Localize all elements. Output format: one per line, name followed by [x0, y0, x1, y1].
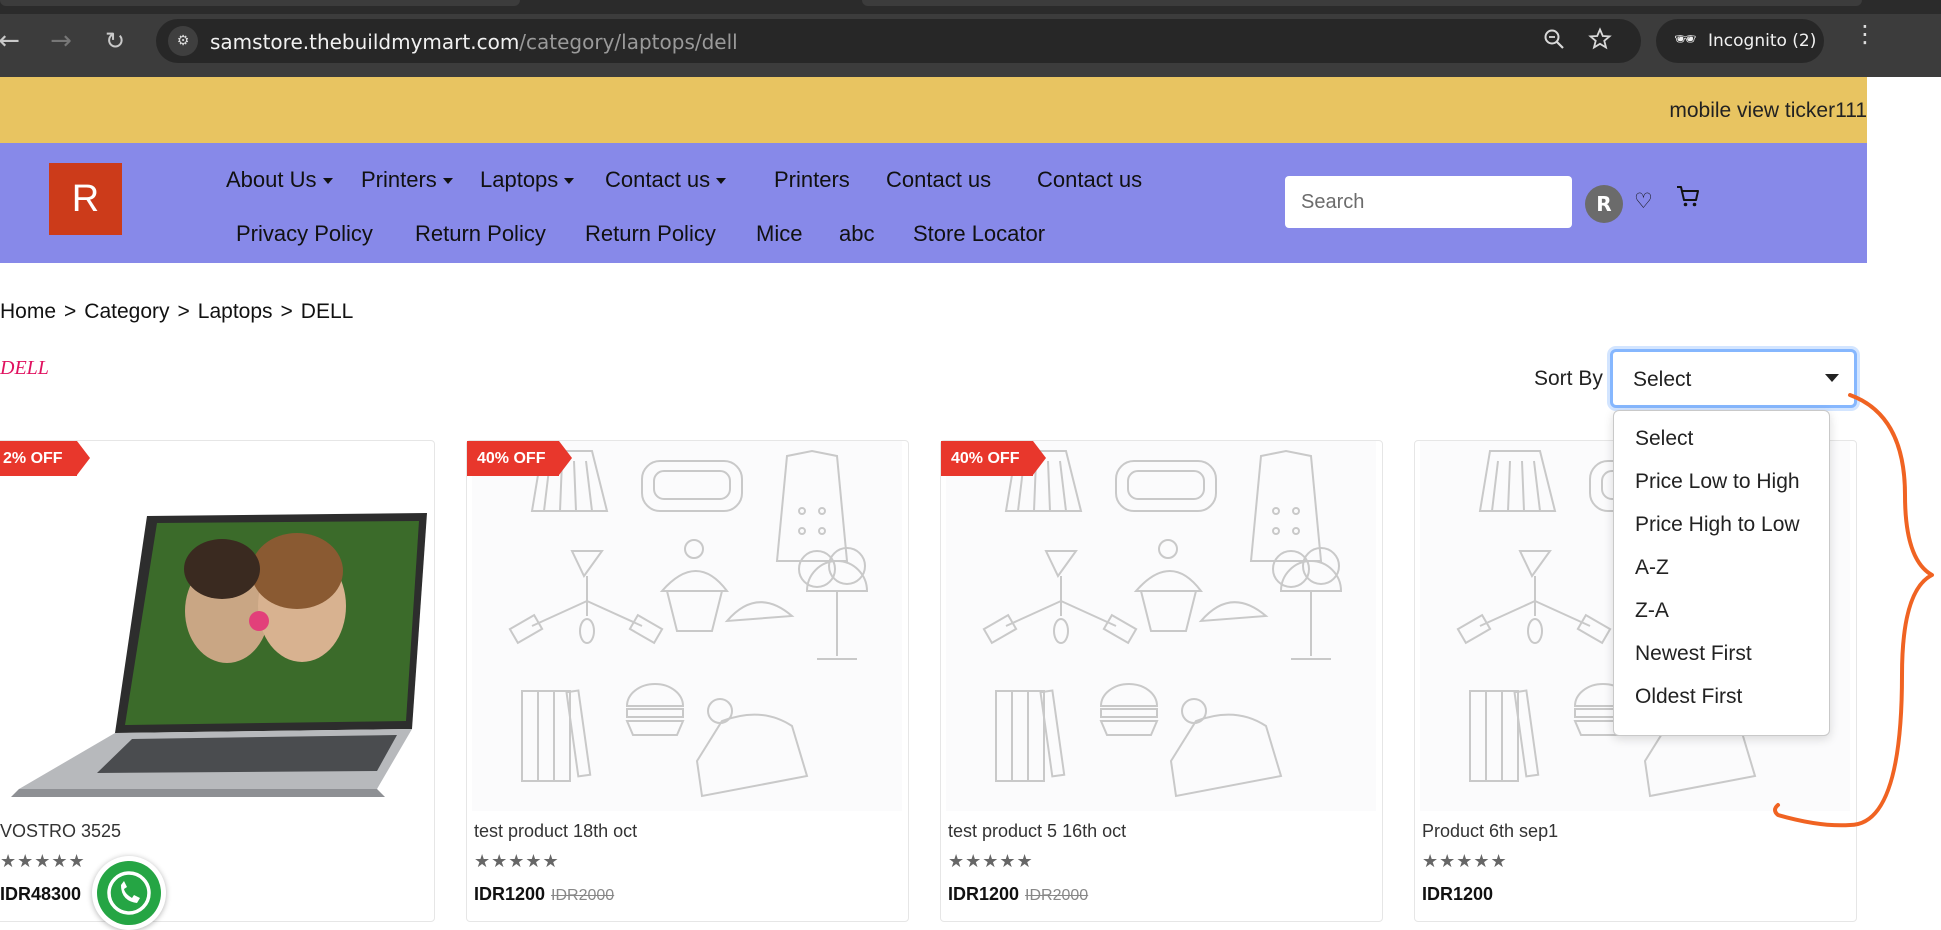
- nav-item-contact-us[interactable]: Contact us: [1037, 167, 1142, 193]
- whatsapp-icon-inner: [97, 861, 161, 925]
- placeholder-illustration: [982, 449, 1343, 798]
- rating-stars: ★★★★★: [0, 851, 86, 872]
- nav-label: About Us: [226, 167, 317, 192]
- original-price: IDR2000: [551, 887, 615, 904]
- tab-strip: [0, 0, 1941, 14]
- original-price: IDR2000: [1025, 887, 1089, 904]
- breadcrumb-category[interactable]: Category: [84, 300, 169, 323]
- incognito-indicator[interactable]: 🕶 Incognito (2): [1656, 19, 1824, 63]
- sort-selected-value: Select: [1633, 368, 1692, 391]
- nav-item-printers[interactable]: Printers: [774, 167, 850, 193]
- product-card[interactable]: 2% OFF VOSTRO 3525 ★★★★★ IDR48300: [0, 440, 435, 922]
- breadcrumb: Home > Category > Laptops > DELL: [0, 300, 353, 324]
- whatsapp-icon[interactable]: [92, 856, 166, 930]
- breadcrumb-separator: >: [64, 300, 77, 323]
- site-info-icon[interactable]: ⚙: [168, 26, 198, 56]
- star-icon[interactable]: [1588, 27, 1612, 51]
- nav-item-contact-us[interactable]: Contact us: [886, 167, 991, 193]
- placeholder-illustration: [508, 449, 869, 798]
- sort-label: Sort By: [1534, 367, 1603, 390]
- chevron-down-icon: [716, 178, 727, 185]
- chevron-down-icon: [442, 178, 453, 185]
- nav-label: Printers: [361, 167, 437, 192]
- forward-arrow-icon[interactable]: →: [44, 24, 78, 58]
- breadcrumb-home[interactable]: Home: [0, 300, 56, 323]
- address-bar[interactable]: ⚙ samstore.thebuildmymart.com/category/l…: [156, 19, 1641, 63]
- phone-icon: [107, 871, 151, 915]
- category-title: DELL: [0, 357, 49, 379]
- product-card[interactable]: 40% OFF test product 18th oct ★★★★★ IDR1…: [466, 440, 909, 922]
- laptop-image: [11, 513, 427, 797]
- breadcrumb-separator: >: [280, 300, 293, 323]
- back-arrow-icon[interactable]: ←: [0, 24, 26, 58]
- nav-item-contact-us-menu[interactable]: Contact us: [605, 167, 727, 193]
- kebab-menu-icon[interactable]: ⋮: [1853, 20, 1877, 48]
- cart-icon[interactable]: [1675, 183, 1701, 209]
- sort-option-select[interactable]: Select: [1635, 427, 1693, 451]
- incognito-icon: 🕶: [1674, 29, 1697, 50]
- placeholder-image: [472, 441, 902, 811]
- site-logo[interactable]: R: [49, 163, 122, 235]
- ticker-text: mobile view ticker111: [1669, 99, 1867, 122]
- nav-item-store-locator[interactable]: Store Locator: [913, 221, 1045, 247]
- sort-option-newest[interactable]: Newest First: [1635, 642, 1752, 666]
- sort-option-oldest[interactable]: Oldest First: [1635, 685, 1742, 709]
- browser-tab[interactable]: [862, 0, 1862, 6]
- product-name[interactable]: test product 18th oct: [474, 821, 637, 842]
- breadcrumb-laptops[interactable]: Laptops: [198, 300, 273, 323]
- sort-option-a-z[interactable]: A-Z: [1635, 556, 1669, 580]
- rating-stars: ★★★★★: [948, 851, 1034, 872]
- discount-badge: 40% OFF: [467, 441, 574, 476]
- nav-item-privacy-policy[interactable]: Privacy Policy: [236, 221, 373, 247]
- url-host: samstore.thebuildmymart.com: [210, 30, 520, 54]
- reload-icon[interactable]: ↻: [98, 24, 132, 58]
- ticker-bar: mobile view ticker111: [0, 77, 1867, 143]
- browser-chrome: ← → ↻ ⚙ samstore.thebuildmymart.com/cate…: [0, 0, 1941, 77]
- nav-item-abc[interactable]: abc: [839, 221, 874, 247]
- nav-item-laptops-menu[interactable]: Laptops: [480, 167, 575, 193]
- rating-stars: ★★★★★: [1422, 851, 1508, 872]
- product-price: IDR1200 IDR2000: [948, 884, 1088, 905]
- nav-item-about-us[interactable]: About Us: [226, 167, 333, 193]
- product-price: IDR48300: [0, 884, 82, 904]
- current-price: IDR1200: [474, 884, 546, 904]
- url-path: /category/laptops/dell: [519, 30, 738, 54]
- product-name[interactable]: test product 5 16th oct: [948, 821, 1126, 842]
- search-input[interactable]: [1285, 176, 1572, 228]
- product-card[interactable]: 40% OFF test product 5 16th oct ★★★★★ ID…: [940, 440, 1383, 922]
- breadcrumb-current: DELL: [300, 300, 354, 323]
- nav-item-return-policy[interactable]: Return Policy: [415, 221, 546, 247]
- url-text[interactable]: samstore.thebuildmymart.com/category/lap…: [210, 30, 738, 54]
- discount-badge: 40% OFF: [941, 441, 1048, 476]
- zoom-icon[interactable]: [1542, 27, 1566, 51]
- heart-icon[interactable]: ♡: [1634, 189, 1653, 213]
- product-price: IDR1200 IDR2000: [474, 884, 614, 905]
- chevron-down-icon: [1825, 374, 1839, 382]
- incognito-label: Incognito (2): [1708, 31, 1817, 51]
- sort-option-z-a[interactable]: Z-A: [1635, 599, 1669, 623]
- nav-label: Laptops: [480, 167, 559, 192]
- avatar[interactable]: R: [1585, 185, 1623, 223]
- nav-item-printers-menu[interactable]: Printers: [361, 167, 453, 193]
- product-price: IDR1200: [1422, 884, 1494, 904]
- breadcrumb-separator: >: [177, 300, 190, 323]
- chevron-down-icon: [322, 178, 333, 185]
- site-header: R About Us Printers Laptops Contact us P…: [0, 143, 1867, 263]
- nav-label: Contact us: [605, 167, 711, 192]
- product-name[interactable]: Product 6th sep1: [1422, 821, 1558, 842]
- discount-badge: 2% OFF: [0, 441, 90, 476]
- chevron-down-icon: [564, 178, 575, 185]
- current-price: IDR1200: [948, 884, 1020, 904]
- product-name[interactable]: VOSTRO 3525: [0, 821, 121, 842]
- nav-item-mice[interactable]: Mice: [756, 221, 802, 247]
- placeholder-image: [946, 441, 1376, 811]
- rating-stars: ★★★★★: [474, 851, 560, 872]
- browser-tab[interactable]: [0, 0, 520, 6]
- annotation-brace: [1773, 393, 1934, 828]
- nav-item-return-policy[interactable]: Return Policy: [585, 221, 716, 247]
